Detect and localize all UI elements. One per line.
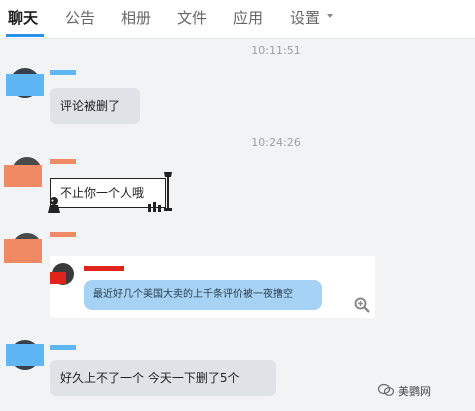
sender-name-redacted: [50, 70, 76, 75]
tab-album[interactable]: 相册: [121, 8, 151, 28]
tab-chat[interactable]: 聊天: [8, 8, 38, 28]
active-tab-indicator: [6, 34, 44, 37]
watermark: 美鹦网: [398, 385, 431, 398]
message-bubble: 好久上不了一个 今天一下删了5个: [50, 360, 276, 396]
shared-message-card[interactable]: 最近好几个美国大卖的上千条评价被一夜撸空: [50, 256, 375, 318]
bubble-decoration-icon: [48, 197, 60, 213]
avatar: [50, 263, 76, 287]
quoted-message-bubble: 最近好几个美国大卖的上千条评价被一夜撸空: [84, 280, 322, 310]
sender-name-redacted: [84, 266, 124, 271]
decorated-message-bubble: 不止你一个人哦: [46, 172, 172, 213]
avatar[interactable]: [6, 340, 44, 370]
sender-name-redacted: [50, 159, 76, 164]
message-bubble: 评论被删了: [50, 88, 140, 124]
tab-announcement[interactable]: 公告: [65, 8, 95, 28]
timestamp: 10:24:26: [251, 136, 301, 149]
tab-apps[interactable]: 应用: [233, 8, 263, 28]
lamp-post-icon: [164, 172, 172, 211]
tab-bar: 聊天 公告 相册 文件 应用 设置: [0, 0, 475, 39]
zoom-in-icon[interactable]: [354, 297, 370, 313]
avatar[interactable]: [4, 157, 44, 189]
sender-name-redacted: [50, 232, 76, 237]
tab-settings[interactable]: 设置: [290, 8, 320, 28]
avatar[interactable]: [4, 233, 44, 265]
chevron-down-icon[interactable]: [327, 14, 333, 18]
sender-name-redacted: [50, 345, 76, 350]
chat-bubble-icon: [378, 383, 394, 396]
timestamp: 10:11:51: [251, 44, 301, 57]
avatar[interactable]: [6, 68, 44, 98]
tab-files[interactable]: 文件: [177, 8, 207, 28]
bubble-decoration-icon: [148, 202, 161, 212]
